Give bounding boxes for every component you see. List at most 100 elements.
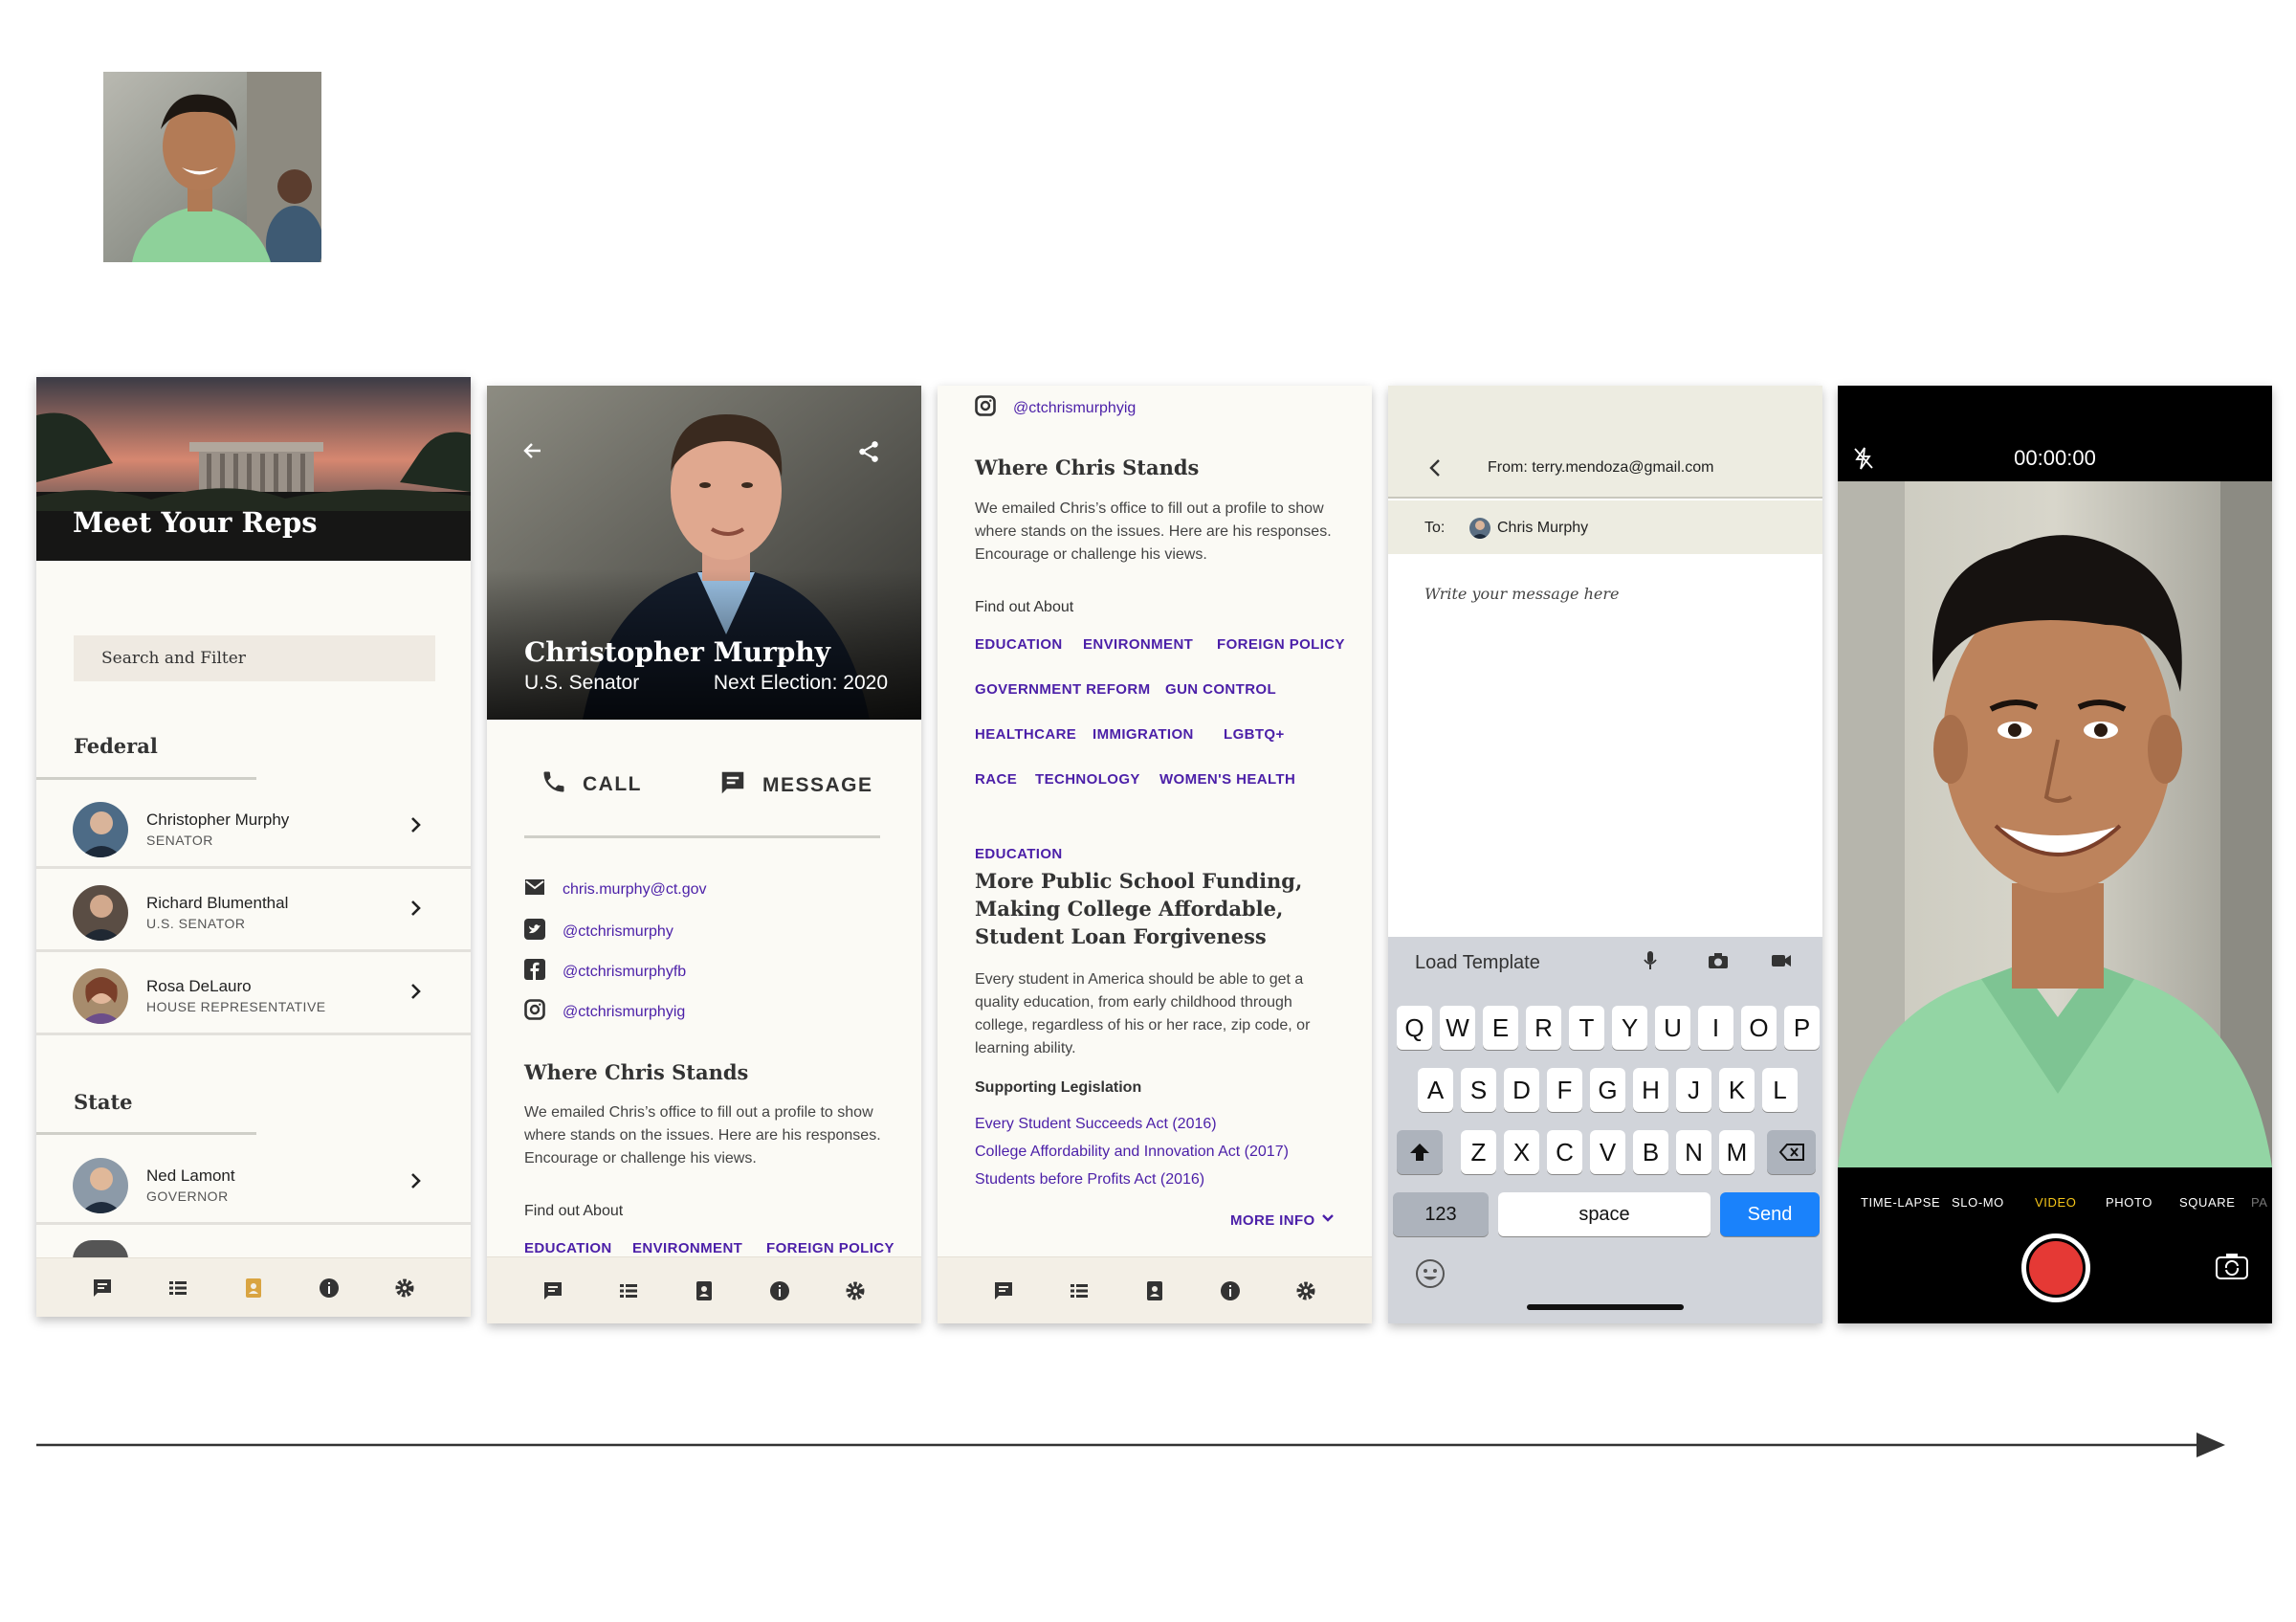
chat-icon[interactable]: [540, 1278, 566, 1304]
call-button[interactable]: CALL: [541, 768, 642, 800]
legislation-link[interactable]: Students before Profits Act (2016): [975, 1171, 1204, 1189]
mode-pano[interactable]: PA: [2251, 1195, 2268, 1210]
tag-healthcare[interactable]: HEALTHCARE: [975, 726, 1076, 743]
key-j[interactable]: J: [1676, 1068, 1711, 1112]
gear-icon[interactable]: [1292, 1278, 1319, 1304]
to-field[interactable]: To: Chris Murphy: [1388, 500, 1822, 554]
info-icon[interactable]: [316, 1275, 342, 1301]
record-dot: [2029, 1241, 2083, 1295]
contacts-icon[interactable]: [691, 1278, 718, 1304]
list-icon[interactable]: [165, 1275, 191, 1301]
key-u[interactable]: U: [1655, 1006, 1690, 1050]
tag-education[interactable]: EDUCATION: [524, 1240, 612, 1256]
share-icon[interactable]: [856, 439, 881, 469]
mode-square[interactable]: SQUARE: [2179, 1195, 2236, 1210]
rep-row-lamont[interactable]: Ned Lamont GOVERNOR: [36, 1143, 471, 1225]
tag-education[interactable]: EDUCATION: [975, 636, 1063, 653]
tag-gun-control[interactable]: GUN CONTROL: [1165, 681, 1276, 698]
keyboard: Load Template Q W E R T Y U I O P A S D …: [1388, 937, 1822, 1323]
key-i[interactable]: I: [1698, 1006, 1733, 1050]
tag-foreign-policy[interactable]: FOREIGN POLICY: [1217, 636, 1345, 653]
contact-twitter[interactable]: @ctchrismurphy: [524, 919, 673, 944]
info-icon[interactable]: [766, 1278, 793, 1304]
avatar: [73, 885, 128, 941]
key-g[interactable]: G: [1590, 1068, 1625, 1112]
numbers-key[interactable]: 123: [1393, 1192, 1489, 1236]
tag-race[interactable]: RACE: [975, 771, 1017, 788]
key-m[interactable]: M: [1719, 1130, 1755, 1174]
chat-icon[interactable]: [89, 1275, 116, 1301]
contact-facebook[interactable]: @ctchrismurphyfb: [524, 959, 686, 985]
emoji-icon[interactable]: [1415, 1258, 1446, 1294]
key-l[interactable]: L: [1762, 1068, 1798, 1112]
page-title: Meet Your Reps: [73, 506, 318, 539]
contacts-icon[interactable]: [240, 1275, 267, 1301]
load-template-button[interactable]: Load Template: [1415, 952, 1540, 974]
rep-row-blumenthal[interactable]: Richard Blumenthal U.S. SENATOR: [36, 870, 471, 952]
mode-slo-mo[interactable]: SLO-MO: [1952, 1195, 2004, 1210]
info-icon[interactable]: [1217, 1278, 1244, 1304]
stands-heading: Where Chris Stands: [524, 1060, 749, 1084]
key-s[interactable]: S: [1461, 1068, 1496, 1112]
message-button[interactable]: MESSAGE: [718, 768, 873, 802]
contact-instagram[interactable]: @ctchrismurphyig: [975, 395, 1136, 421]
rep-row-delauro[interactable]: Rosa DeLauro HOUSE REPRESENTATIVE: [36, 953, 471, 1035]
key-p[interactable]: P: [1784, 1006, 1820, 1050]
key-x[interactable]: X: [1504, 1130, 1539, 1174]
key-f[interactable]: F: [1547, 1068, 1582, 1112]
video-camera-icon[interactable]: [1771, 954, 1792, 972]
microphone-icon[interactable]: [1643, 950, 1658, 976]
mode-time-lapse[interactable]: TIME-LAPSE: [1861, 1195, 1940, 1210]
key-b[interactable]: B: [1633, 1130, 1668, 1174]
tag-technology[interactable]: TECHNOLOGY: [1035, 771, 1140, 788]
key-c[interactable]: C: [1547, 1130, 1582, 1174]
key-t[interactable]: T: [1569, 1006, 1604, 1050]
tag-government-reform[interactable]: GOVERNMENT REFORM: [975, 681, 1150, 698]
camera-icon[interactable]: [1708, 952, 1729, 974]
tag-foreign-policy[interactable]: FOREIGN POLICY: [766, 1240, 894, 1256]
key-k[interactable]: K: [1719, 1068, 1755, 1112]
tag-lgbtq[interactable]: LGBTQ+: [1224, 726, 1285, 743]
key-v[interactable]: V: [1590, 1130, 1625, 1174]
key-e[interactable]: E: [1483, 1006, 1518, 1050]
back-arrow-icon[interactable]: [521, 439, 544, 467]
contacts-icon[interactable]: [1141, 1278, 1168, 1304]
list-icon[interactable]: [615, 1278, 642, 1304]
tag-immigration[interactable]: IMMIGRATION: [1093, 726, 1194, 743]
contact-email[interactable]: chris.murphy@ct.gov: [524, 878, 707, 900]
back-chevron-icon[interactable]: [1428, 458, 1442, 482]
key-d[interactable]: D: [1504, 1068, 1539, 1112]
backspace-key[interactable]: [1767, 1130, 1816, 1174]
key-a[interactable]: A: [1418, 1068, 1453, 1112]
search-filter-button[interactable]: Search and Filter: [74, 635, 435, 681]
shift-key[interactable]: [1397, 1130, 1443, 1174]
flip-camera-icon[interactable]: [2215, 1252, 2249, 1285]
mode-photo[interactable]: PHOTO: [2106, 1195, 2152, 1210]
chat-icon[interactable]: [990, 1278, 1017, 1304]
message-body[interactable]: Write your message here: [1424, 585, 1619, 603]
tag-environment[interactable]: ENVIRONMENT: [632, 1240, 742, 1256]
key-w[interactable]: W: [1440, 1006, 1475, 1050]
gear-icon[interactable]: [391, 1275, 418, 1301]
rep-row-murphy[interactable]: Christopher Murphy SENATOR: [36, 787, 471, 869]
key-z[interactable]: Z: [1461, 1130, 1496, 1174]
contact-instagram[interactable]: @ctchrismurphyig: [524, 999, 685, 1025]
key-h[interactable]: H: [1633, 1068, 1668, 1112]
key-n[interactable]: N: [1676, 1130, 1711, 1174]
section-federal: Federal: [74, 734, 158, 758]
key-r[interactable]: R: [1526, 1006, 1561, 1050]
tag-environment[interactable]: ENVIRONMENT: [1083, 636, 1193, 653]
mode-video[interactable]: VIDEO: [2035, 1195, 2076, 1210]
gear-icon[interactable]: [842, 1278, 869, 1304]
list-icon[interactable]: [1066, 1278, 1093, 1304]
space-key[interactable]: space: [1498, 1192, 1711, 1236]
key-o[interactable]: O: [1741, 1006, 1777, 1050]
key-q[interactable]: Q: [1397, 1006, 1432, 1050]
key-y[interactable]: Y: [1612, 1006, 1647, 1050]
record-button[interactable]: [2021, 1233, 2090, 1302]
tag-womens-health[interactable]: WOMEN'S HEALTH: [1159, 771, 1295, 788]
legislation-link[interactable]: College Affordability and Innovation Act…: [975, 1144, 1289, 1161]
legislation-link[interactable]: Every Student Succeeds Act (2016): [975, 1116, 1217, 1133]
more-info-button[interactable]: MORE INFO: [1230, 1211, 1335, 1230]
send-button[interactable]: Send: [1720, 1192, 1820, 1236]
